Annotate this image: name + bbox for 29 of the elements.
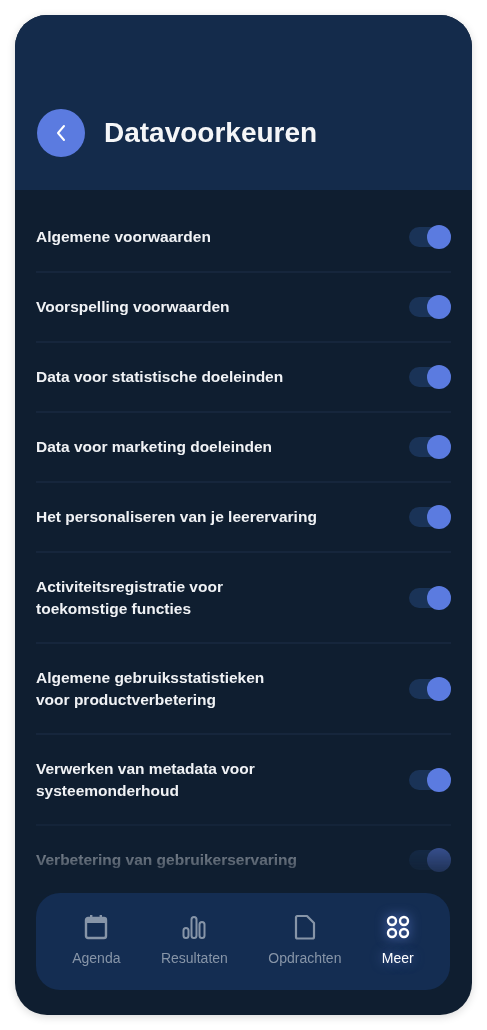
nav-tab[interactable]: Meer: [375, 914, 420, 969]
setting-label: Voorspelling voorwaarden: [36, 297, 230, 317]
toggle-switch[interactable]: [409, 769, 451, 790]
setting-label: Algemene gebruiksstatistieken voor productverbetering: [36, 667, 265, 710]
bar-chart-icon: [182, 914, 207, 940]
toggle-switch[interactable]: [409, 367, 451, 387]
setting-label: Data voor statistische doeleinden: [36, 367, 284, 387]
page-title: Datavoorkeuren: [104, 116, 318, 150]
setting-label: Verwerken van metadata voor systeemonderhoud: [36, 758, 255, 801]
nav-tab[interactable]: Agenda: [66, 914, 127, 969]
toggle-switch[interactable]: [409, 227, 451, 247]
nav-tab[interactable]: Opdrachten: [262, 914, 348, 969]
back-icon: [56, 124, 66, 142]
grid-icon: [385, 914, 410, 940]
toggle-switch[interactable]: [409, 507, 451, 527]
toggle-switch[interactable]: [409, 437, 451, 457]
toggle-switch[interactable]: [409, 587, 451, 608]
nav-tab[interactable]: Resultaten: [154, 914, 234, 969]
document-icon: [293, 914, 316, 940]
calendar-icon: [84, 914, 109, 940]
setting-label: Algemene voorwaarden: [36, 227, 211, 247]
toggle-switch[interactable]: [409, 678, 451, 699]
back-button[interactable]: [37, 109, 85, 157]
setting-label: Activiteitsregistratie voor toekomstige functies: [36, 576, 223, 619]
toggle-switch[interactable]: [409, 850, 451, 870]
setting-label: Verbetering van gebruikerservaring: [36, 850, 298, 870]
setting-label: Data voor marketing doeleinden: [36, 437, 272, 457]
setting-label: Het personaliseren van je leerervaring: [36, 507, 317, 527]
toggle-switch[interactable]: [409, 297, 451, 317]
